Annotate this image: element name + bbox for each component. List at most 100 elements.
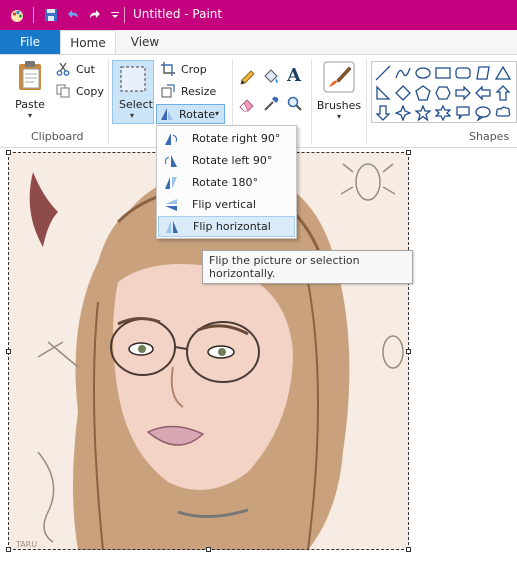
title-separator [124,7,125,23]
copy-button[interactable]: Copy [55,83,104,99]
resize-handle[interactable] [406,349,411,354]
window-title: Untitled - Paint [133,7,223,21]
right-arrow-shape-icon[interactable] [454,84,472,102]
resize-handle[interactable] [6,150,11,155]
brush-icon [323,61,355,96]
flip-horizontal-icon [163,219,181,235]
menu-item-rotate-180[interactable]: Rotate 180° [158,172,295,193]
line-shape-icon[interactable] [374,64,392,82]
cloud-callout-shape-icon[interactable] [494,104,512,122]
resize-handle[interactable] [6,349,11,354]
brushes-button[interactable]: Brushes ▾ [316,61,362,121]
selection-rect-icon [119,65,147,96]
eraser-icon[interactable] [238,95,256,116]
tab-file[interactable]: File [0,30,60,54]
flip-horizontal-tooltip: Flip the picture or selection horizontal… [202,250,413,284]
rounded-callout-shape-icon[interactable] [454,104,472,122]
copy-label: Copy [76,84,104,98]
five-point-star-shape-icon[interactable] [414,104,432,122]
magnifier-icon[interactable] [286,95,304,116]
flip-vertical-icon [162,197,180,213]
resize-handle[interactable] [206,547,211,552]
resize-label: Resize [181,84,217,98]
scissors-icon [55,61,71,77]
rectangle-shape-icon[interactable] [434,64,452,82]
hexagon-shape-icon[interactable] [434,84,452,102]
fill-bucket-icon[interactable] [262,68,280,89]
chevron-down-icon: ▾ [130,111,135,120]
title-bar: Untitled - Paint [0,0,517,30]
color-picker-icon[interactable] [262,95,280,116]
diamond-shape-icon[interactable] [394,84,412,102]
redo-icon[interactable] [86,6,104,24]
rotate-180-icon [162,175,180,191]
menu-item-label: Rotate right 90° [192,132,281,145]
menu-item-rotate-right[interactable]: Rotate right 90° [158,128,295,149]
paste-icon [16,60,44,95]
undo-icon[interactable] [64,6,82,24]
tab-home[interactable]: Home [60,30,116,55]
customize-toolbar-icon[interactable] [106,6,124,24]
down-arrow-shape-icon[interactable] [374,104,392,122]
save-icon[interactable] [42,6,60,24]
rotate-menu: Rotate right 90° Rotate left 90° Rotate … [156,125,297,239]
menu-item-label: Rotate left 90° [192,154,273,167]
resize-handle[interactable] [6,547,11,552]
resize-handle[interactable] [406,547,411,552]
copy-icon [55,83,71,99]
menu-item-label: Flip vertical [192,198,256,211]
curve-shape-icon[interactable] [394,64,412,82]
chevron-down-icon: ▾ [336,112,341,121]
paint-app-icon[interactable] [8,6,26,24]
resize-button[interactable]: Resize [160,83,216,99]
chevron-down-icon: ▾ [27,111,32,120]
pencil-icon[interactable] [238,69,256,90]
oval-shape-icon[interactable] [414,64,432,82]
tooltip-line-2: horizontally. [209,267,276,280]
group-separator [366,59,367,145]
rotate-label: Rotate [179,108,216,121]
up-arrow-shape-icon[interactable] [494,84,512,102]
select-button[interactable]: Select ▾ [112,60,154,124]
rotate-icon [160,107,174,124]
tooltip-line-1: Flip the picture or selection [209,254,360,267]
menu-item-flip-horizontal[interactable]: Flip horizontal [158,216,295,237]
right-triangle-shape-icon[interactable] [374,84,392,102]
clipboard-group-label: Clipboard [31,130,84,143]
menu-item-rotate-left[interactable]: Rotate left 90° [158,150,295,171]
group-separator [311,59,312,145]
cut-button[interactable]: Cut [55,61,95,77]
shapes-gallery [371,61,517,123]
crop-label: Crop [181,62,207,76]
text-tool-icon[interactable]: A [287,65,301,86]
chevron-down-icon: ▾ [215,109,220,118]
tab-view[interactable]: View [118,30,172,54]
paste-button[interactable]: Paste ▾ [10,60,50,120]
crop-button[interactable]: Crop [160,61,207,77]
menu-item-label: Flip horizontal [193,220,271,233]
ribbon-tabs: File Home View [0,30,517,55]
pentagon-shape-icon[interactable] [414,84,432,102]
menu-item-flip-vertical[interactable]: Flip vertical [158,194,295,215]
rotate-right-icon [162,131,180,147]
rotate-left-icon [162,153,180,169]
resize-icon [160,83,176,99]
six-point-star-shape-icon[interactable] [434,104,452,122]
paint-window: Untitled - Paint File Home View Paste ▾ … [0,0,517,577]
four-point-star-shape-icon[interactable] [394,104,412,122]
shapes-group-label: Shapes [469,130,510,143]
cut-label: Cut [76,62,95,76]
select-label: Select [119,98,153,111]
paste-label: Paste [15,98,45,111]
triangle-shape-icon[interactable] [494,64,512,82]
rotate-button[interactable]: Rotate ▾ [156,104,225,124]
polygon-shape-icon[interactable] [474,64,492,82]
rounded-rectangle-shape-icon[interactable] [454,64,472,82]
resize-handle[interactable] [406,150,411,155]
left-arrow-shape-icon[interactable] [474,84,492,102]
brushes-label: Brushes [316,99,362,112]
oval-callout-shape-icon[interactable] [474,104,492,122]
menu-item-label: Rotate 180° [192,176,259,189]
group-separator [108,59,109,145]
title-separator [33,7,34,23]
